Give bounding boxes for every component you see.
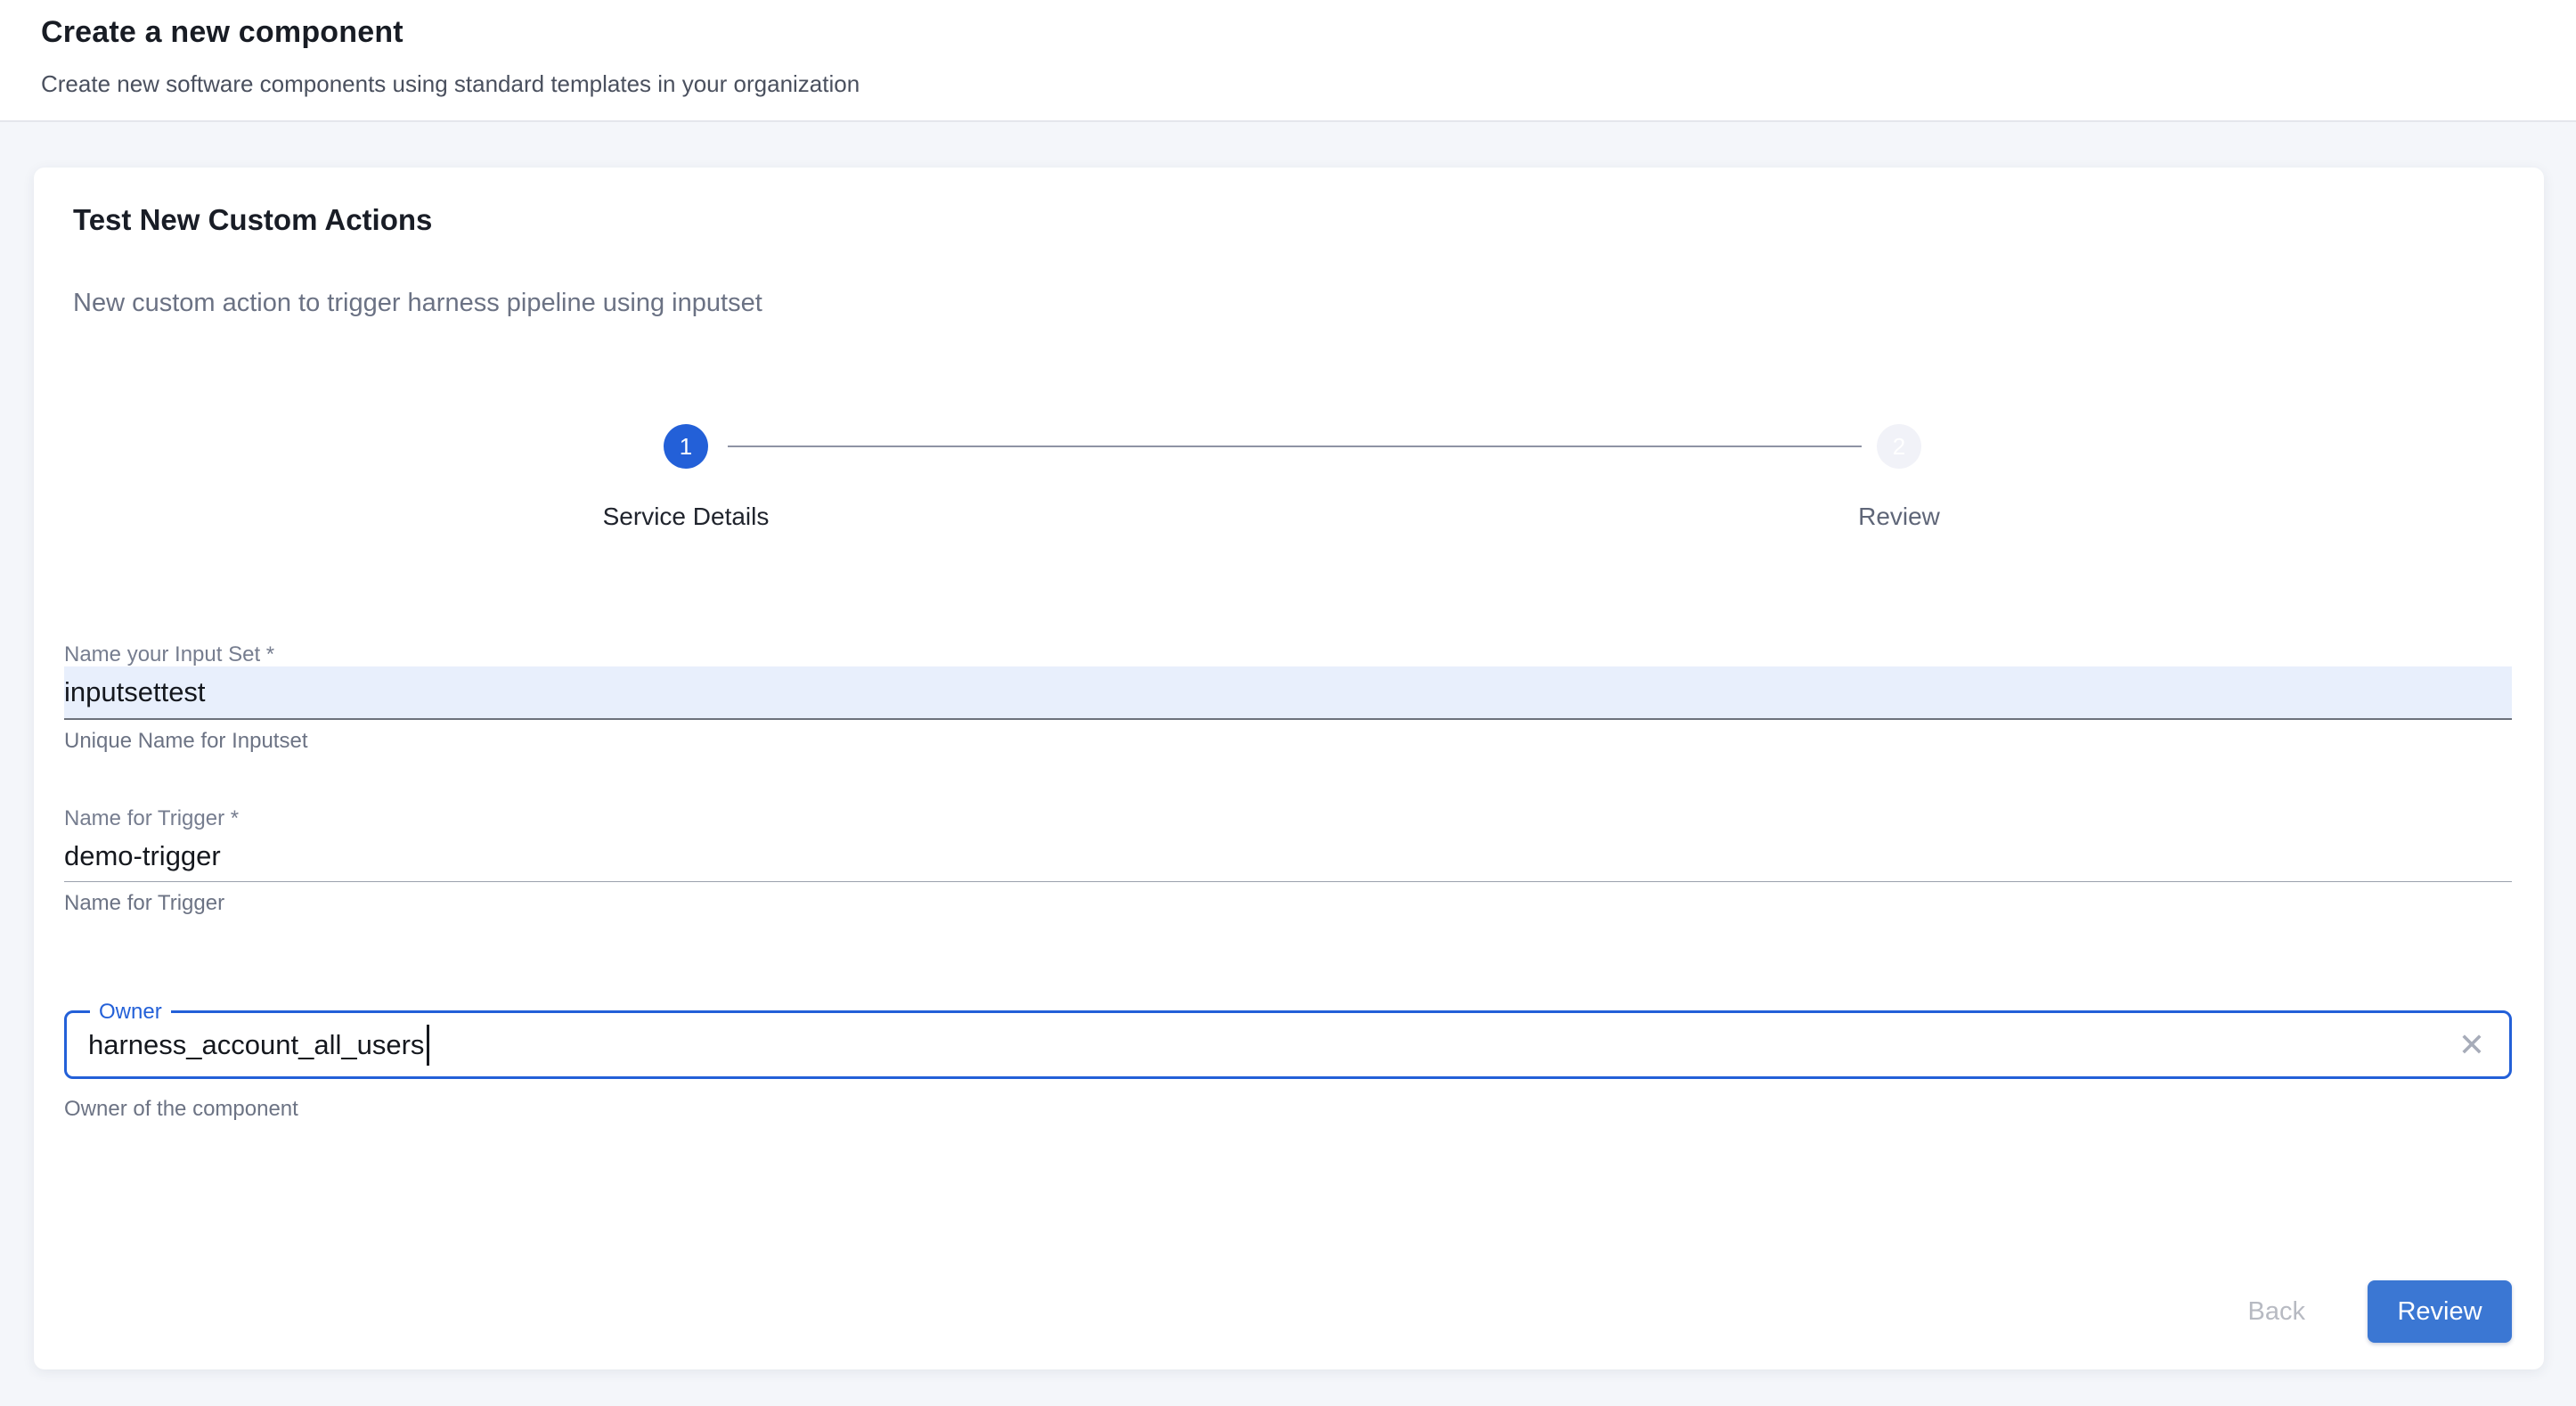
- field-input-set-name: Name your Input Set * Unique Name for In…: [64, 643, 2512, 754]
- clear-icon: ✕: [2458, 1029, 2485, 1061]
- page-header: Create a new component Create new softwa…: [0, 0, 2576, 122]
- template-card: Test New Custom Actions New custom actio…: [34, 168, 2544, 1369]
- step-review: 2 Review: [1739, 424, 2059, 531]
- trigger-name-helper: Name for Trigger: [64, 891, 2512, 916]
- step-2-label: Review: [1858, 502, 1940, 531]
- field-owner: Owner harness_account_all_users ✕ Owner …: [64, 1010, 2512, 1122]
- stepper-connector: [728, 446, 1862, 447]
- page-title: Create a new component: [41, 14, 2535, 50]
- owner-input[interactable]: Owner harness_account_all_users ✕: [64, 1010, 2512, 1079]
- trigger-name-label: Name for Trigger *: [64, 807, 2512, 830]
- clear-button[interactable]: ✕: [2450, 1024, 2493, 1067]
- field-trigger-name: Name for Trigger * Name for Trigger: [64, 807, 2512, 916]
- trigger-name-input[interactable]: [64, 830, 2512, 882]
- owner-value: harness_account_all_users: [88, 1029, 424, 1061]
- step-1-label: Service Details: [603, 502, 770, 531]
- step-2-indicator: 2: [1877, 424, 1921, 469]
- owner-helper: Owner of the component: [64, 1097, 2512, 1122]
- input-set-name-label: Name your Input Set *: [64, 643, 2512, 666]
- input-set-name-input[interactable]: [64, 666, 2512, 720]
- page-body: Test New Custom Actions New custom actio…: [0, 122, 2576, 1369]
- component-form: Name your Input Set * Unique Name for In…: [64, 643, 2512, 1122]
- card-subtitle: New custom action to trigger harness pip…: [73, 288, 2512, 319]
- stepper: 1 Service Details 2 Review: [64, 424, 2512, 531]
- step-1-indicator: 1: [664, 424, 708, 469]
- form-actions: Back Review: [64, 1280, 2512, 1343]
- owner-label: Owner: [90, 1000, 171, 1025]
- text-caret: [427, 1025, 429, 1066]
- step-service-details: 1 Service Details: [526, 424, 846, 531]
- page-subtitle: Create new software components using sta…: [41, 69, 2535, 98]
- input-set-name-helper: Unique Name for Inputset: [64, 729, 2512, 754]
- back-button[interactable]: Back: [2225, 1285, 2328, 1339]
- card-title: Test New Custom Actions: [73, 201, 2512, 238]
- review-button[interactable]: Review: [2368, 1280, 2512, 1343]
